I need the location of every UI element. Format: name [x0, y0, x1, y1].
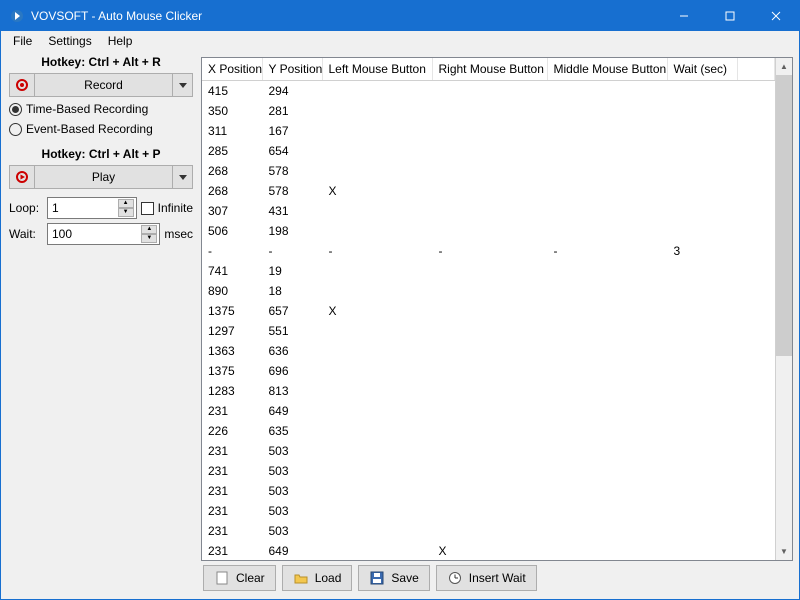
table-row[interactable]: 285654	[202, 141, 775, 161]
record-hotkey-label: Hotkey: Ctrl + Alt + R	[9, 55, 193, 69]
table-row[interactable]: 311167	[202, 121, 775, 141]
minimize-button[interactable]	[661, 1, 707, 31]
record-button[interactable]: Record	[35, 73, 173, 97]
table-row[interactable]: 350281	[202, 101, 775, 121]
vertical-scrollbar[interactable]: ▲ ▼	[775, 58, 792, 560]
infinite-label: Infinite	[158, 201, 193, 215]
clock-icon	[447, 570, 463, 586]
menu-help[interactable]: Help	[100, 32, 141, 50]
table-row[interactable]: 231503	[202, 461, 775, 481]
wait-label: Wait:	[9, 227, 43, 241]
loop-value[interactable]	[52, 201, 118, 215]
scroll-thumb[interactable]	[776, 75, 792, 356]
floppy-icon	[369, 570, 385, 586]
loop-input[interactable]: ▲▼	[47, 197, 137, 219]
table-row[interactable]: -----3	[202, 241, 775, 261]
record-dropdown[interactable]	[173, 73, 193, 97]
radio-time-based[interactable]: Time-Based Recording	[9, 101, 193, 117]
wait-spinner[interactable]: ▲▼	[141, 225, 157, 243]
table-row[interactable]: 1375696	[202, 361, 775, 381]
clear-button[interactable]: Clear	[203, 565, 276, 591]
insert-wait-button[interactable]: Insert Wait	[436, 565, 537, 591]
radio-event-based[interactable]: Event-Based Recording	[9, 121, 193, 137]
wait-input[interactable]: ▲▼	[47, 223, 160, 245]
menu-file[interactable]: File	[5, 32, 40, 50]
table-row[interactable]: 268578	[202, 161, 775, 181]
table-row[interactable]: 231503	[202, 521, 775, 541]
loop-label: Loop:	[9, 201, 43, 215]
table-row[interactable]: 307431	[202, 201, 775, 221]
maximize-button[interactable]	[707, 1, 753, 31]
table-row[interactable]: 415294	[202, 81, 775, 102]
menubar: File Settings Help	[1, 31, 799, 51]
loop-spinner[interactable]: ▲▼	[118, 199, 134, 217]
table-row[interactable]: 1375657X	[202, 301, 775, 321]
column-header[interactable]: X Position	[202, 58, 262, 81]
table-row[interactable]: 268578X	[202, 181, 775, 201]
table-row[interactable]: 1363636	[202, 341, 775, 361]
table-row[interactable]: 1297551	[202, 321, 775, 341]
load-button[interactable]: Load	[282, 565, 353, 591]
table-row[interactable]: 226635	[202, 421, 775, 441]
table-row[interactable]: 506198	[202, 221, 775, 241]
column-header[interactable]: Wait (sec)	[667, 58, 737, 81]
menu-settings[interactable]: Settings	[40, 32, 99, 50]
column-header[interactable]: Left Mouse Button	[322, 58, 432, 81]
play-dropdown[interactable]	[173, 165, 193, 189]
events-table[interactable]: X PositionY PositionLeft Mouse ButtonRig…	[201, 57, 793, 561]
table-row[interactable]: 231649	[202, 401, 775, 421]
table-row[interactable]: 89018	[202, 281, 775, 301]
play-button[interactable]: Play	[35, 165, 173, 189]
table-row[interactable]: 231503	[202, 481, 775, 501]
main-panel: X PositionY PositionLeft Mouse ButtonRig…	[201, 51, 799, 599]
app-icon	[9, 8, 25, 24]
column-header[interactable]: Middle Mouse Button	[547, 58, 667, 81]
radio-icon	[9, 123, 22, 136]
radio-event-label: Event-Based Recording	[26, 122, 153, 136]
scroll-down-icon[interactable]: ▼	[776, 543, 792, 560]
scroll-up-icon[interactable]: ▲	[776, 58, 792, 75]
table-row[interactable]: 231503	[202, 441, 775, 461]
column-header[interactable]: Y Position	[262, 58, 322, 81]
wait-unit: msec	[164, 227, 193, 241]
close-button[interactable]	[753, 1, 799, 31]
radio-icon	[9, 103, 22, 116]
window-title: VOVSOFT - Auto Mouse Clicker	[31, 9, 661, 23]
folder-open-icon	[293, 570, 309, 586]
table-row[interactable]: 231649X	[202, 541, 775, 560]
titlebar: VOVSOFT - Auto Mouse Clicker	[1, 1, 799, 31]
infinite-checkbox[interactable]	[141, 202, 154, 215]
radio-time-label: Time-Based Recording	[26, 102, 148, 116]
table-row[interactable]: 1283813	[202, 381, 775, 401]
play-hotkey-label: Hotkey: Ctrl + Alt + P	[9, 147, 193, 161]
save-button[interactable]: Save	[358, 565, 429, 591]
record-indicator-icon	[9, 73, 35, 97]
column-header[interactable]: Right Mouse Button	[432, 58, 547, 81]
blank-icon	[214, 570, 230, 586]
table-row[interactable]: 231503	[202, 501, 775, 521]
table-row[interactable]: 74119	[202, 261, 775, 281]
play-indicator-icon	[9, 165, 35, 189]
wait-value[interactable]	[52, 227, 141, 241]
side-panel: Hotkey: Ctrl + Alt + R Record Time-Based…	[1, 51, 201, 599]
